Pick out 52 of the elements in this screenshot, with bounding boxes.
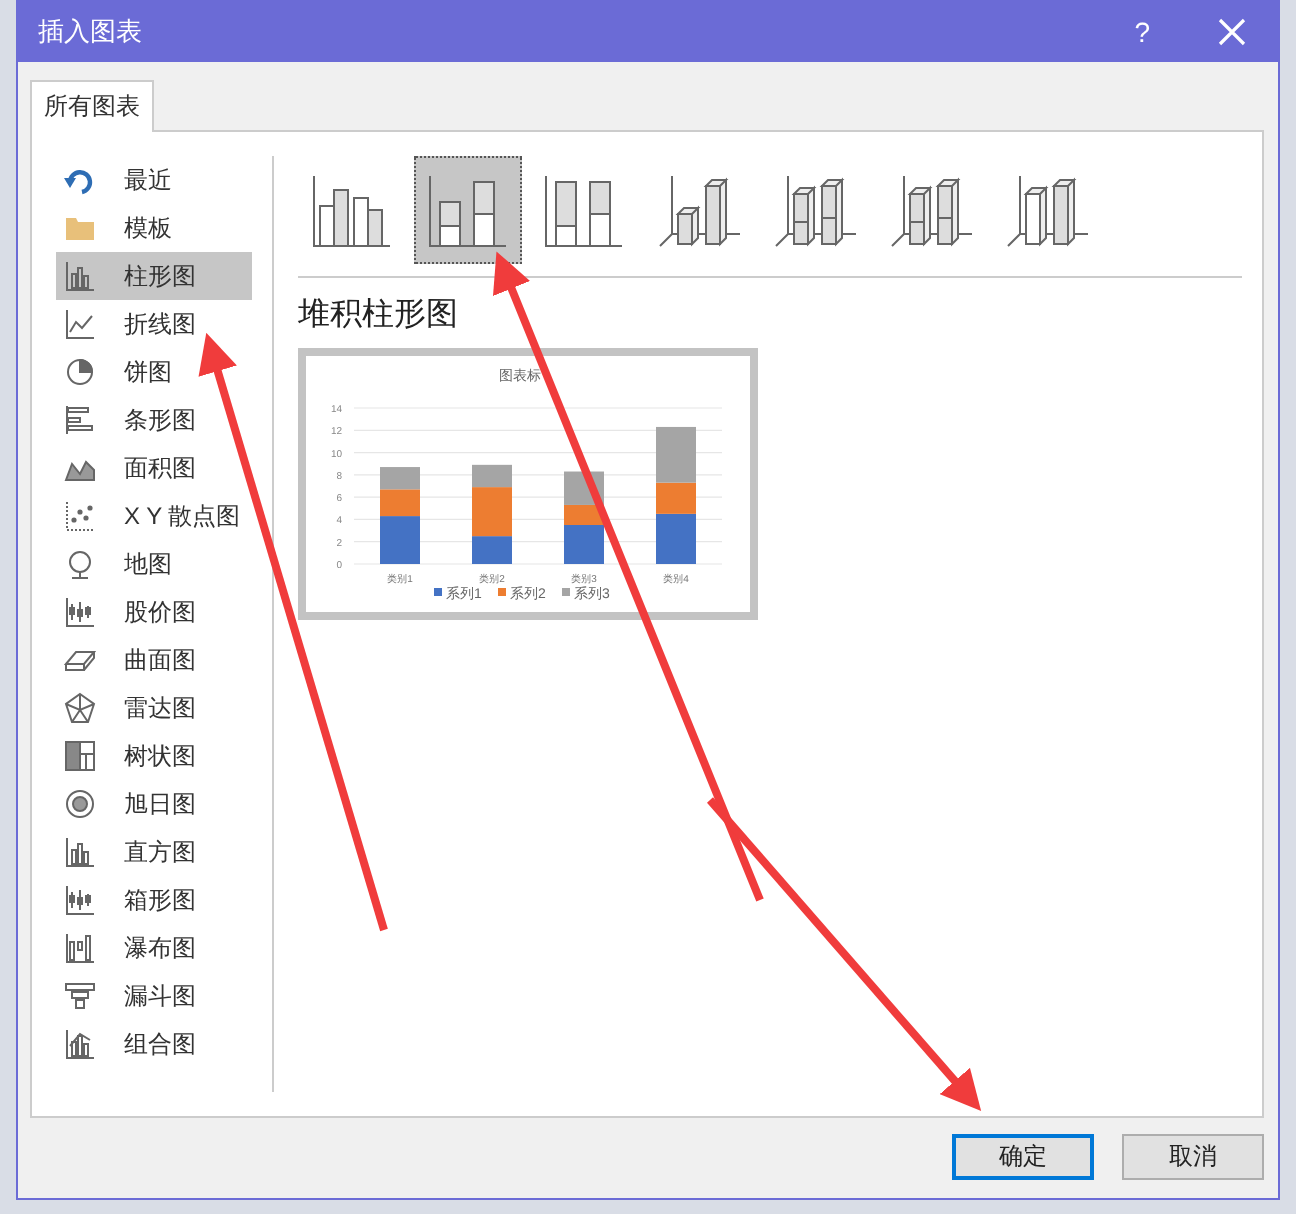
tab[interactable]: 所有图表 (30, 80, 154, 132)
chart-type-item[interactable]: 股价图 (56, 588, 244, 636)
folder-icon (64, 212, 96, 244)
chart-type-item[interactable]: 条形图 (56, 396, 244, 444)
combo-chart-icon (64, 1028, 96, 1060)
3d-percent-column-icon (890, 170, 974, 250)
stacked-column-icon (426, 170, 510, 250)
window-title: 插入图表 (38, 13, 144, 49)
dialog-button[interactable]: 取消 (1122, 1134, 1264, 1180)
chart-type-item[interactable]: 树状图 (56, 732, 244, 780)
3d-clustered-column-icon (658, 170, 742, 250)
chart-type-item[interactable]: X Y 散点图 (56, 492, 244, 540)
histogram-icon (64, 836, 96, 868)
chart-type-item[interactable]: 曲面图 (56, 636, 244, 684)
treemap-icon (64, 740, 96, 772)
chart-type-item[interactable]: 漏斗图 (56, 972, 244, 1020)
chart-type-item[interactable]: 雷达图 (56, 684, 244, 732)
clustered-column-icon (310, 170, 394, 250)
sunburst-icon (64, 788, 96, 820)
globe-icon (64, 548, 96, 580)
close-icon[interactable] (1218, 17, 1246, 45)
help-button[interactable]: ? (1134, 15, 1150, 47)
waterfall-chart-icon (64, 932, 96, 964)
3d-column-icon (1006, 170, 1090, 250)
chart-type-item[interactable]: 饼图 (56, 348, 244, 396)
box-plot-icon (64, 884, 96, 916)
chart-type-item[interactable]: 箱形图 (56, 876, 244, 924)
chart-subtype-button[interactable] (414, 156, 522, 264)
chart-type-item[interactable]: 瀑布图 (56, 924, 244, 972)
chart-type-item[interactable]: 地图 (56, 540, 244, 588)
line-chart-icon (64, 308, 96, 340)
3d-stacked-column-icon (774, 170, 858, 250)
bar-segment (380, 467, 420, 490)
scatter-chart-icon (64, 500, 96, 532)
chart-type-item[interactable]: 直方图 (56, 828, 244, 876)
undo-arrow-icon (64, 164, 96, 196)
chart-type-item[interactable]: 折线图 (56, 300, 244, 348)
funnel-icon (64, 980, 96, 1012)
chart-subtype-title: 堆积柱形图 (298, 296, 460, 336)
chart-type-item[interactable]: 面积图 (56, 444, 244, 492)
bar-chart-icon (64, 404, 96, 436)
dialog-button[interactable]: 确定 (952, 1134, 1094, 1180)
column-chart-icon (64, 260, 96, 292)
chart-type-item[interactable]: 模板 (56, 204, 244, 252)
chart-type-item[interactable]: 组合图 (56, 1020, 244, 1068)
chart-type-item[interactable]: 旭日图 (56, 780, 244, 828)
chart-type-item[interactable]: 最近 (56, 156, 244, 204)
percent-column-icon (542, 170, 626, 250)
pie-chart-icon (64, 356, 96, 388)
chart-type-item[interactable]: 柱形图 (56, 252, 252, 300)
stock-chart-icon (64, 596, 96, 628)
radar-chart-icon (64, 692, 96, 724)
